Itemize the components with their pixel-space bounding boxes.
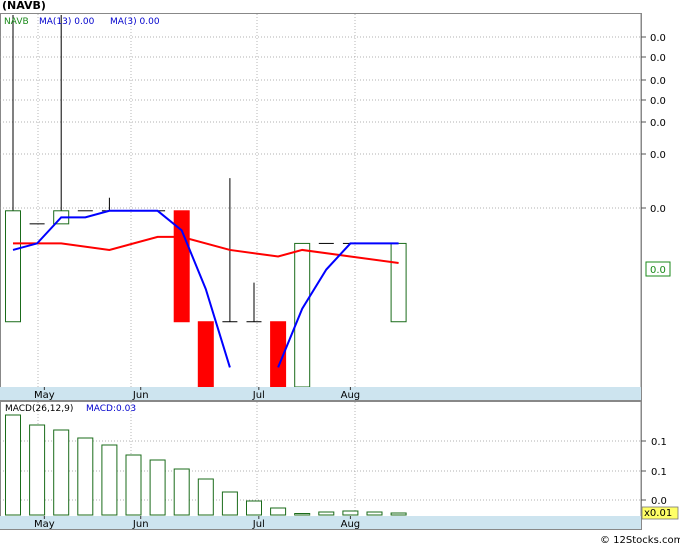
- price-legend-ma13: MA(13) 0.00: [39, 17, 95, 27]
- x-tick-label: Aug: [341, 390, 361, 401]
- price-x-axis-band: [0, 387, 641, 400]
- macd-bar: [149, 459, 166, 516]
- macd-bar: [390, 512, 407, 516]
- macd-panel-frame: [0, 401, 642, 530]
- candle-body: [5, 210, 21, 323]
- price-legend-symbol: NAVB: [4, 17, 29, 27]
- macd-bar: [246, 500, 262, 516]
- macd-bar: [318, 511, 335, 516]
- macd-y-tick-label: 0.1: [651, 467, 667, 478]
- price-y-tick-label: 0.0: [650, 118, 666, 129]
- macd-bar: [101, 444, 118, 516]
- macd-bar: [270, 507, 287, 516]
- macd-y-tick-label: 0.0: [651, 496, 667, 507]
- x-tick-label: Jun: [132, 390, 149, 401]
- macd-bar: [125, 454, 142, 516]
- price-y-tick-label: 0.0: [650, 96, 666, 107]
- macd-legend-params: MACD(26,12,9): [5, 404, 73, 414]
- x-tick-label: Aug: [341, 519, 361, 530]
- price-y-tick-label: 0.0: [650, 53, 666, 64]
- x-tick-label: May: [34, 390, 55, 401]
- macd-y-tick-label: 0.1: [651, 437, 667, 448]
- candle-body: [197, 321, 214, 388]
- price-y-tick-label: 0.0: [650, 76, 666, 87]
- macd-bar: [5, 414, 21, 516]
- price-y-tick-label: 0.0: [650, 150, 666, 161]
- candle-body: [390, 242, 407, 323]
- price-y-tick-label: 0.0: [650, 33, 666, 44]
- price-y-ticks: 0.0 0.0 0.0 0.0 0.0 0.0 0.0: [641, 33, 666, 215]
- chart-title: (NAVB): [2, 0, 46, 12]
- macd-bar: [197, 478, 214, 516]
- price-y-tick-label: 0.0: [650, 204, 666, 215]
- macd-legend-value: MACD:0.03: [86, 404, 136, 414]
- last-price-label: 0.0: [650, 265, 666, 276]
- macd-bar: [294, 513, 311, 516]
- macd-y-ticks: 0.1 0.1 0.0: [641, 437, 667, 507]
- macd-x-axis-band: [0, 516, 641, 529]
- macd-bar: [366, 511, 383, 516]
- x-tick-label: May: [34, 519, 55, 530]
- macd-bar: [342, 510, 359, 516]
- x-tick-label: Jul: [252, 390, 265, 401]
- candle-body: [173, 210, 190, 323]
- candle-body: [294, 242, 311, 388]
- macd-bar: [53, 429, 70, 516]
- macd-bar: [29, 424, 46, 516]
- macd-bar: [77, 437, 94, 516]
- macd-bar: [173, 468, 190, 516]
- price-legend-ma3: MA(3) 0.00: [110, 17, 160, 27]
- stock-chart: May Jun Jul Aug 0.0 0.0 0.0 0.0 0.0 0.0 0.0 (NAVB…: [0, 0, 680, 546]
- x-tick-label: Jun: [132, 519, 149, 530]
- x-tick-label: Jul: [252, 519, 265, 530]
- price-panel-frame: [0, 13, 642, 401]
- macd-bar: [221, 491, 238, 516]
- macd-scale-label: x0.01: [644, 508, 672, 519]
- watermark: © 12Stocks.com: [600, 535, 680, 546]
